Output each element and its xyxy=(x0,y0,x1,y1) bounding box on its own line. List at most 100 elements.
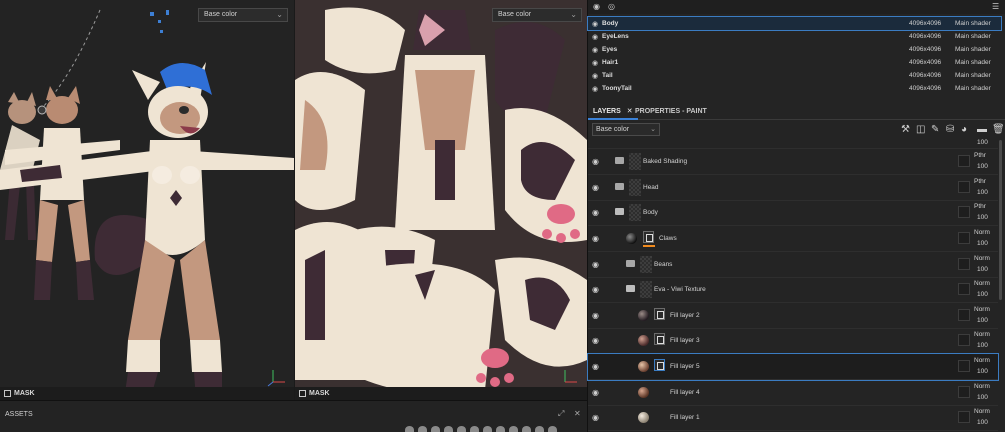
layer-opacity[interactable]: 100 xyxy=(977,214,988,221)
mask-thumbnail[interactable] xyxy=(654,333,665,345)
layer-row[interactable]: ◉ Fill layer 3 Norm 100 xyxy=(588,328,998,354)
layer-row[interactable]: ◉ Baked Shading Pthr 100 xyxy=(588,149,998,175)
layer-row[interactable]: ◉ Fill layer 4 Norm 100 xyxy=(588,380,998,406)
eye-icon[interactable]: ◉ xyxy=(588,20,602,28)
layer-color-swatch[interactable] xyxy=(958,309,970,321)
layer-opacity[interactable]: 100 xyxy=(977,368,988,375)
eye-icon[interactable]: ◉ xyxy=(588,33,602,41)
layer-color-swatch[interactable] xyxy=(958,232,970,244)
add-effect-icon[interactable]: ⚒ xyxy=(901,124,910,135)
layer-color-swatch[interactable] xyxy=(958,206,970,218)
texture-set-row[interactable]: ◉ Tail 4096x4096 Main shader xyxy=(588,69,1001,82)
layer-blend-mode[interactable]: Norm xyxy=(974,229,990,236)
eye-icon[interactable]: ◉ xyxy=(592,208,599,217)
maximize-icon[interactable]: ⤢ xyxy=(558,409,564,419)
eye-icon[interactable]: ◉ xyxy=(592,285,599,294)
viewport-2d[interactable]: Base color ⌄ MASK xyxy=(295,0,587,400)
viewport2d-channel-select[interactable]: Base color ⌄ xyxy=(492,8,582,22)
asset-filter-icon[interactable] xyxy=(496,426,505,432)
layer-opacity[interactable]: 100 xyxy=(977,419,988,426)
eye-icon[interactable]: ◉ xyxy=(592,234,599,243)
asset-filter-icon[interactable] xyxy=(483,426,492,432)
layer-blend-mode[interactable]: Norm xyxy=(974,331,990,338)
viewport-3d[interactable]: Base color ⌄ MASK xyxy=(0,0,294,400)
viewport3d-channel-select[interactable]: Base color ⌄ xyxy=(198,8,288,22)
eye-icon[interactable]: ◉ xyxy=(592,413,599,422)
eye-icon[interactable]: ◉ xyxy=(592,157,599,166)
mask-toggle[interactable]: MASK xyxy=(0,387,294,400)
eye-icon[interactable]: ◉ xyxy=(592,388,599,397)
add-smart-material-icon[interactable]: ◕ xyxy=(961,124,967,135)
layer-blend-mode[interactable]: Pthr xyxy=(974,152,986,159)
asset-filter-icon[interactable] xyxy=(509,426,518,432)
layer-opacity[interactable]: 100 xyxy=(977,163,988,170)
layer-blend-mode[interactable]: Norm xyxy=(974,357,990,364)
texture-set-row[interactable]: ◉ Eyes 4096x4096 Main shader xyxy=(588,43,1001,56)
texture-set-row[interactable]: ◉ EyeLens 4096x4096 Main shader xyxy=(588,30,1001,43)
eye-icon[interactable]: ◉ xyxy=(588,46,602,54)
eye-icon[interactable]: ◉ xyxy=(592,362,599,371)
layer-blend-mode[interactable]: Pthr xyxy=(974,178,986,185)
layer-blend-mode[interactable]: Pthr xyxy=(974,203,986,210)
layer-blend-mode[interactable]: Norm xyxy=(974,255,990,262)
layer-opacity[interactable]: 100 xyxy=(977,240,988,247)
layer-opacity[interactable]: 100 xyxy=(977,394,988,401)
asset-filter-icon[interactable] xyxy=(418,426,427,432)
asset-filter-icon[interactable] xyxy=(457,426,466,432)
close-icon[interactable]: ✕ xyxy=(574,409,581,418)
layer-color-swatch[interactable] xyxy=(958,360,970,372)
layer-blend-mode[interactable]: Norm xyxy=(974,408,990,415)
layers-scrollbar[interactable] xyxy=(999,140,1002,300)
eye-icon[interactable]: ◉ xyxy=(592,183,599,192)
asset-filter-icon[interactable] xyxy=(470,426,479,432)
eye-icon[interactable]: ◎ xyxy=(608,2,615,11)
layer-opacity[interactable]: 100 xyxy=(977,342,988,349)
delete-layer-icon[interactable]: 🗑 xyxy=(992,124,1005,135)
layer-row-partial[interactable]: 100 xyxy=(588,137,998,149)
mask-thumbnail[interactable] xyxy=(654,308,665,320)
texture-set-row[interactable]: ◉ Body 4096x4096 Main shader xyxy=(587,16,1002,31)
mask-thumbnail[interactable] xyxy=(643,231,654,243)
layer-row[interactable]: ◉ Fill layer 1 Norm 100 xyxy=(588,405,998,431)
add-fill-layer-icon[interactable]: ⛁ xyxy=(946,124,954,135)
texture-set-row[interactable]: ◉ ToonyTail 4096x4096 Main shader xyxy=(588,82,1001,95)
layer-opacity[interactable]: 100 xyxy=(977,266,988,273)
asset-filter-icon[interactable] xyxy=(405,426,414,432)
layer-color-swatch[interactable] xyxy=(958,334,970,346)
layer-row[interactable]: ◉ Eva - Viwi Texture Norm 100 xyxy=(588,277,998,303)
layer-color-swatch[interactable] xyxy=(958,258,970,270)
asset-filter-icon[interactable] xyxy=(522,426,531,432)
layer-row-selected[interactable]: ◉ Fill layer 5 Norm 100 xyxy=(587,353,999,381)
layer-color-swatch[interactable] xyxy=(958,411,970,423)
add-paint-layer-icon[interactable]: ✎ xyxy=(931,124,939,135)
eye-icon[interactable]: ◉ xyxy=(588,85,602,93)
mask-checkbox[interactable] xyxy=(299,390,306,397)
layer-blend-mode[interactable]: Norm xyxy=(974,383,990,390)
layer-color-swatch[interactable] xyxy=(958,283,970,295)
add-mask-icon[interactable]: ◫ xyxy=(916,124,925,135)
eye-icon[interactable]: ◉ xyxy=(588,59,602,67)
layer-blend-mode[interactable]: Norm xyxy=(974,306,990,313)
texture-set-row[interactable]: ◉ Hair1 4096x4096 Main shader xyxy=(588,56,1001,69)
asset-filter-icon[interactable] xyxy=(535,426,544,432)
eye-icon[interactable]: ◉ xyxy=(592,311,599,320)
layer-row[interactable]: ◉ Claws Norm 100 xyxy=(588,226,998,252)
layer-opacity[interactable]: 100 xyxy=(977,317,988,324)
eye-icon[interactable]: ◉ xyxy=(592,260,599,269)
asset-filter-icon[interactable] xyxy=(444,426,453,432)
layer-row[interactable]: ◉ Fill layer 2 Norm 100 xyxy=(588,303,998,329)
eye-icon[interactable]: ◉ xyxy=(588,72,602,80)
layer-channel-select[interactable]: Base color ⌄ xyxy=(592,123,660,136)
eye-visibility-icon[interactable]: ◉ xyxy=(593,2,600,11)
layer-opacity[interactable]: 100 xyxy=(977,189,988,196)
layer-color-swatch[interactable] xyxy=(958,386,970,398)
layer-color-swatch[interactable] xyxy=(958,181,970,193)
asset-filter-icon[interactable] xyxy=(431,426,440,432)
mask-checkbox[interactable] xyxy=(4,390,11,397)
asset-filter-icon[interactable] xyxy=(548,426,557,432)
layer-opacity[interactable]: 100 xyxy=(977,139,988,146)
layer-blend-mode[interactable]: Norm xyxy=(974,280,990,287)
layer-color-swatch[interactable] xyxy=(958,155,970,167)
mask-toggle-2d[interactable]: MASK xyxy=(295,387,587,400)
layer-row[interactable]: ◉ Beans Norm 100 xyxy=(588,252,998,278)
